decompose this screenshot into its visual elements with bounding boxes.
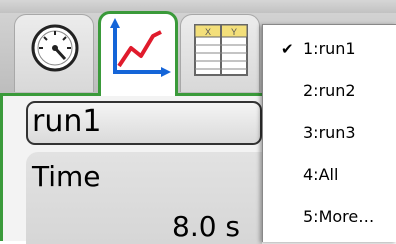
meter-name: Time: [32, 160, 101, 193]
menu-item-run2[interactable]: 2:run2: [263, 71, 396, 111]
menu-item-label: 1:run1: [303, 39, 356, 58]
tab-meter[interactable]: [14, 14, 94, 92]
meter-value: 8.0 s: [172, 210, 241, 243]
menu-item-run1[interactable]: ✔ 1:run1: [263, 29, 396, 69]
menu-item-label: 5:More…: [303, 207, 375, 226]
run-menu: ✔ 1:run1 2:run2 3:run3 4:All 5:More…: [262, 24, 396, 242]
graph-icon: [110, 18, 171, 77]
table-icon: X Y: [194, 24, 248, 76]
tab-graph[interactable]: [98, 11, 178, 96]
menu-item-run3[interactable]: 3:run3: [263, 113, 396, 153]
run-selector-label: run1: [32, 104, 102, 139]
menu-item-more[interactable]: 5:More…: [263, 197, 396, 237]
tab-table[interactable]: X Y: [180, 14, 260, 92]
table-header-y: Y: [231, 27, 237, 37]
menu-item-all[interactable]: 4:All: [263, 155, 396, 195]
table-header-x: X: [205, 27, 211, 37]
gauge-icon: [31, 24, 79, 72]
panel-border: [0, 93, 3, 241]
menu-item-label: 4:All: [303, 165, 339, 184]
menu-item-label: 3:run3: [303, 123, 356, 142]
top-strip: [0, 0, 396, 13]
menu-item-label: 2:run2: [303, 81, 356, 100]
checkmark-icon: ✔: [281, 40, 294, 58]
